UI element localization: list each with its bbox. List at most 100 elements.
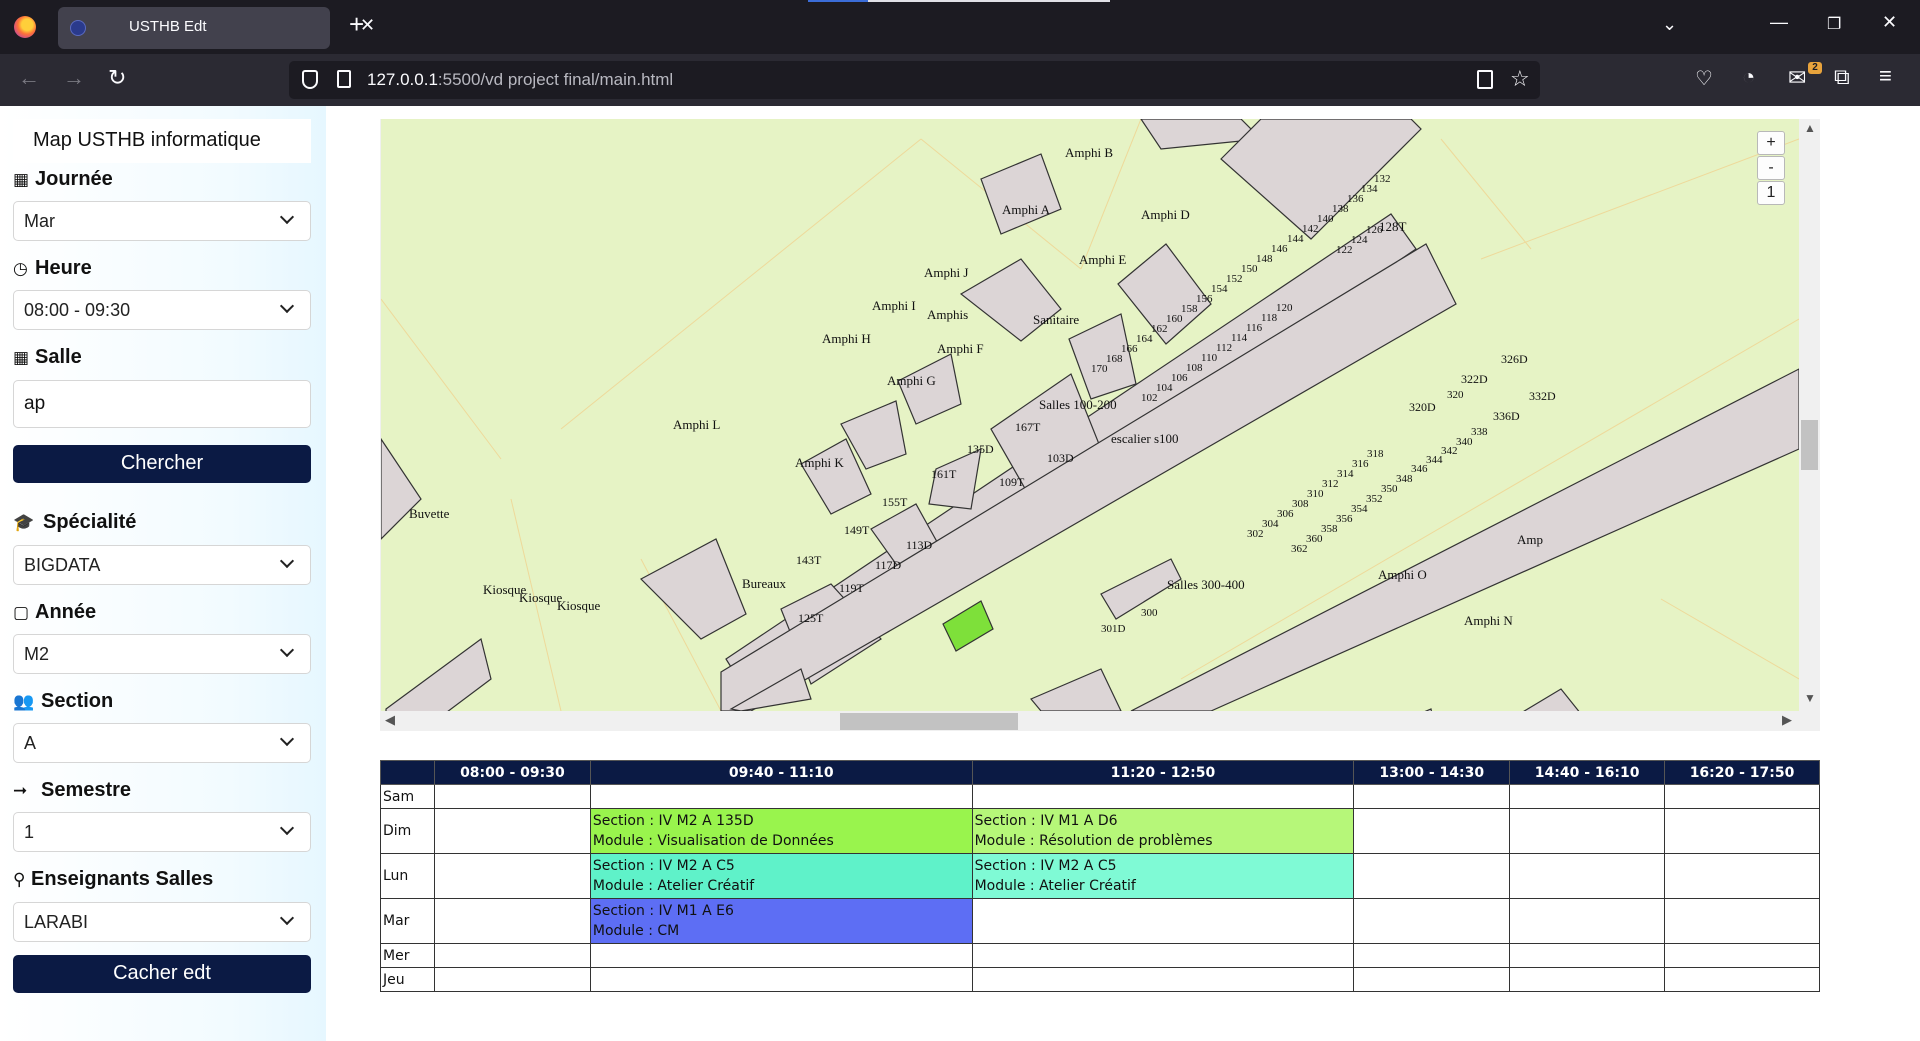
timetable-cell[interactable] (1664, 898, 1820, 944)
label-room-125t: 125T (798, 611, 824, 625)
timetable-cell[interactable] (589, 967, 973, 992)
timetable-cell[interactable] (1509, 808, 1666, 854)
zoom-reset-button[interactable]: 1 (1757, 181, 1785, 205)
map-horizontal-scrollbar[interactable]: ◀ ▶ (380, 711, 1820, 731)
day-label: Jeu (380, 967, 435, 992)
vertical-scroll-thumb[interactable] (1801, 420, 1818, 470)
site-info-icon[interactable] (337, 70, 351, 88)
timetable-header-1300: 13:00 - 14:30 (1353, 760, 1511, 785)
timetable-session-dim-1120[interactable]: Section : IV M1 A D6 Module : Résolution … (971, 808, 1355, 854)
timetable-cell[interactable] (589, 943, 973, 968)
timetable-cell[interactable] (1509, 784, 1666, 809)
url-bar[interactable]: 127.0.0.1:5500/vd project final/main.htm… (289, 61, 1540, 99)
timetable-cell[interactable] (971, 943, 1355, 968)
salle-input[interactable]: ap (13, 380, 311, 428)
timetable-row-dim: Dim Section : IV M2 A 135D Module : Visua… (380, 808, 1820, 854)
timetable-cell[interactable] (433, 853, 591, 899)
label-room-146: 146 (1271, 243, 1288, 255)
timetable-cell[interactable] (433, 943, 591, 968)
timetable-cell[interactable] (971, 898, 1355, 944)
back-icon[interactable]: ← (18, 67, 40, 89)
campus-map[interactable]: Amphi B Amphi A Amphi D Amphi E Amphi J … (381, 119, 1799, 711)
timetable-cell[interactable] (433, 898, 591, 944)
timetable-session-lun-1120[interactable]: Section : IV M2 A C5 Module : Atelier Cré… (971, 853, 1355, 899)
timetable-cell[interactable] (1353, 943, 1511, 968)
scroll-up-icon[interactable]: ▲ (1804, 121, 1816, 135)
timetable-session-lun-0940[interactable]: Section : IV M2 A C5 Module : Atelier Cré… (589, 853, 973, 899)
minimize-icon[interactable]: — (1770, 12, 1788, 33)
journee-label: ▦ Journée (13, 168, 113, 191)
timetable-session-mar-0940[interactable]: Section : IV M1 A E6 Module : CM (589, 898, 973, 944)
timetable-cell[interactable] (1664, 943, 1820, 968)
timetable-cell[interactable] (1353, 967, 1511, 992)
timetable-header-1440: 14:40 - 16:10 (1509, 760, 1666, 785)
sidebar: Map USTHB informatique ▦ Journée Mar ◷ Heu… (0, 106, 326, 1041)
scroll-right-icon[interactable]: ▶ (1782, 712, 1792, 728)
annee-select[interactable]: M2 (13, 634, 311, 674)
timetable-cell[interactable] (1509, 898, 1666, 944)
timetable-cell[interactable] (1353, 898, 1511, 944)
salle-label: ▦ Salle (13, 346, 82, 369)
label-room-150: 150 (1241, 263, 1258, 275)
tracking-protection-shield-icon[interactable] (302, 70, 318, 89)
timetable-header-corner (380, 760, 435, 785)
section-select[interactable]: A (13, 723, 311, 763)
scroll-down-icon[interactable]: ▼ (1804, 691, 1816, 705)
firefox-logo-icon[interactable] (14, 16, 36, 38)
timetable-cell[interactable] (1664, 808, 1820, 854)
extension-badge: 2 (1808, 62, 1822, 74)
forward-icon[interactable]: → (63, 67, 85, 89)
scroll-left-icon[interactable]: ◀ (385, 712, 395, 728)
label-room-352: 352 (1366, 493, 1383, 505)
timetable-cell[interactable] (1664, 853, 1820, 899)
chevron-down-icon (279, 209, 295, 225)
timetable-cell[interactable] (971, 967, 1355, 992)
reader-view-icon[interactable] (1477, 70, 1493, 89)
timetable-cell[interactable] (589, 784, 973, 809)
timetable-cell[interactable] (433, 967, 591, 992)
timetable-cell[interactable] (433, 784, 591, 809)
campus-map-svg[interactable]: Amphi B Amphi A Amphi D Amphi E Amphi J … (381, 119, 1799, 711)
timetable-session-dim-0940[interactable]: Section : IV M2 A 135D Module : Visualisa… (589, 808, 973, 854)
cacher-edt-button[interactable]: Cacher edt (13, 955, 311, 993)
new-tab-icon[interactable]: + (349, 11, 364, 37)
chercher-button[interactable]: Chercher (13, 445, 311, 483)
specialite-select[interactable]: BIGDATA (13, 545, 311, 585)
graduation-cap-icon: 🎓 (13, 513, 35, 532)
restore-icon[interactable]: ❐ (1827, 14, 1841, 34)
timetable-cell[interactable] (971, 784, 1355, 809)
label-amphi-h: Amphi H (822, 331, 871, 346)
timetable-cell[interactable] (1353, 853, 1511, 899)
timetable-cell[interactable] (1353, 808, 1511, 854)
timetable-cell[interactable] (1509, 967, 1666, 992)
timetable-cell[interactable] (1353, 784, 1511, 809)
enseignants-select[interactable]: LARABI (13, 902, 311, 942)
bookmark-star-icon[interactable]: ☆ (1510, 66, 1530, 92)
timetable-cell[interactable] (1509, 853, 1666, 899)
timetable-cell[interactable] (1509, 943, 1666, 968)
window-close-icon[interactable]: ✕ (1882, 12, 1897, 33)
reload-icon[interactable]: ↻ (108, 67, 126, 89)
list-all-tabs-icon[interactable]: ⌄ (1662, 14, 1677, 35)
timetable-cell[interactable] (1664, 784, 1820, 809)
extensions-puzzle-icon[interactable]: ⧉ (1834, 66, 1850, 88)
extension-circle-icon[interactable]: ◔ (1742, 66, 1755, 88)
app-menu-icon[interactable]: ≡ (1879, 65, 1892, 87)
timetable-cell[interactable] (433, 808, 591, 854)
heure-select[interactable]: 08:00 - 09:30 (13, 290, 311, 330)
extension-addon-icon[interactable]: ✉ (1788, 67, 1806, 89)
map-vertical-scrollbar[interactable]: ▲ ▼ (1799, 119, 1820, 711)
timetable-cell[interactable] (1664, 967, 1820, 992)
zoom-out-button[interactable]: - (1757, 156, 1785, 180)
journee-select[interactable]: Mar (13, 201, 311, 241)
page-load-indicator (808, 0, 1110, 2)
url-text[interactable]: 127.0.0.1:5500/vd project final/main.htm… (367, 70, 673, 90)
semestre-select[interactable]: 1 (13, 812, 311, 852)
pocket-icon[interactable]: ♡ (1695, 68, 1713, 90)
label-amphi-g: Amphi G (887, 373, 936, 388)
zoom-in-button[interactable]: + (1757, 131, 1785, 155)
label-room-114: 114 (1231, 332, 1248, 344)
room-135d-highlight[interactable] (942, 600, 994, 652)
horizontal-scroll-thumb[interactable] (840, 713, 1018, 730)
label-amphi-o: Amphi O (1378, 567, 1427, 582)
